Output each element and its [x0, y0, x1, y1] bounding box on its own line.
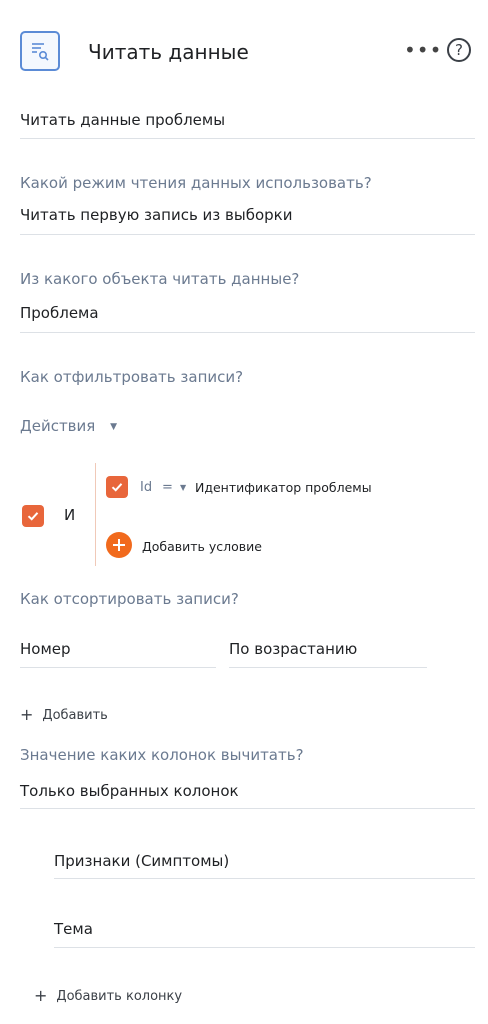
plus-icon — [113, 539, 125, 551]
object-select[interactable]: Проблема — [20, 304, 99, 322]
divider — [20, 138, 475, 139]
condition-value[interactable]: Идентификатор проблемы — [195, 480, 372, 495]
chevron-down-icon: ▼ — [180, 483, 187, 492]
columns-mode-select[interactable]: Только выбранных колонок — [20, 782, 239, 800]
condition-checkbox[interactable] — [106, 476, 128, 498]
filter-actions-dropdown[interactable]: Действия ▼ — [20, 417, 117, 435]
group-bracket — [95, 463, 96, 566]
divider — [229, 667, 427, 668]
column-item[interactable]: Тема — [54, 920, 93, 938]
group-checkbox[interactable] — [22, 505, 44, 527]
read-mode-label: Какой режим чтения данных использовать? — [20, 174, 372, 192]
divider — [54, 947, 475, 948]
add-sort-button[interactable]: + Добавить — [20, 705, 108, 724]
add-condition-label[interactable]: Добавить условие — [142, 539, 262, 554]
condition-field[interactable]: Id — [140, 480, 152, 495]
filter-actions-label: Действия — [20, 417, 96, 435]
add-sort-label: Добавить — [42, 708, 108, 723]
read-data-icon — [20, 31, 60, 71]
check-icon — [111, 483, 123, 492]
add-condition-button[interactable] — [106, 532, 132, 558]
read-mode-select[interactable]: Читать первую запись из выборки — [20, 206, 293, 224]
divider — [20, 667, 216, 668]
condition-operator-label: = — [162, 480, 173, 495]
divider — [20, 234, 475, 235]
sort-direction-select[interactable]: По возрастанию — [229, 640, 357, 658]
sort-column-select[interactable]: Номер — [20, 640, 71, 658]
more-options-icon[interactable]: ••• — [404, 38, 442, 62]
element-name-field[interactable]: Читать данные проблемы — [20, 111, 225, 129]
chevron-down-icon: ▼ — [110, 422, 117, 432]
add-column-button[interactable]: + Добавить колонку — [34, 986, 182, 1005]
page-title: Читать данные — [88, 40, 249, 64]
divider — [20, 332, 475, 333]
filter-label: Как отфильтровать записи? — [20, 368, 244, 386]
columns-label: Значение каких колонок вычитать? — [20, 746, 304, 764]
divider — [54, 878, 475, 879]
object-label: Из какого объекта читать данные? — [20, 270, 300, 288]
column-item[interactable]: Признаки (Симптомы) — [54, 852, 229, 870]
sort-label: Как отсортировать записи? — [20, 590, 239, 608]
add-column-label: Добавить колонку — [56, 989, 183, 1004]
group-operator[interactable]: И — [64, 506, 75, 524]
plus-icon: + — [20, 705, 34, 724]
plus-icon: + — [34, 986, 48, 1005]
divider — [20, 808, 475, 809]
condition-operator[interactable]: = ▼ — [162, 480, 186, 495]
help-icon[interactable]: ? — [447, 38, 471, 62]
check-icon — [27, 512, 39, 521]
